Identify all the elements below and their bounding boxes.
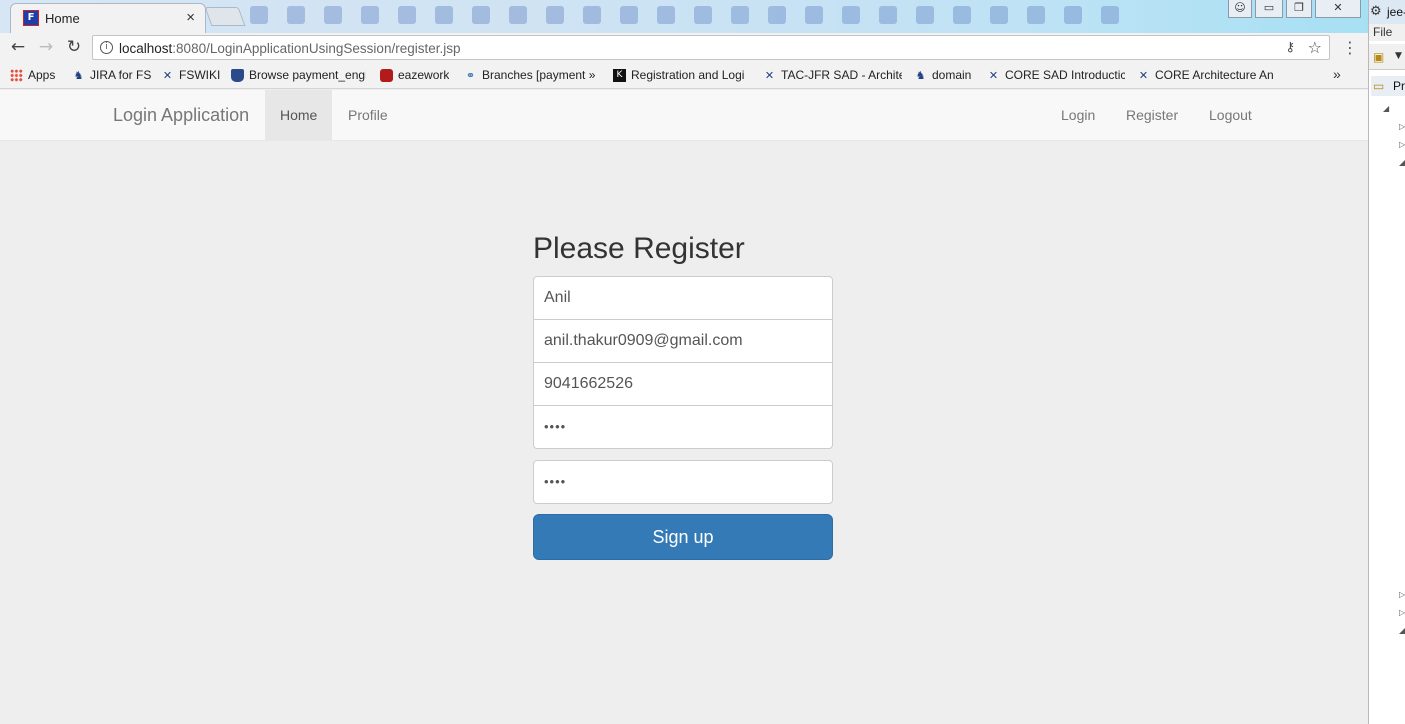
tree-expand-icon[interactable]: ◢ [1399,626,1405,635]
browser-titlebar: F Home × ☺ ▭ ❐ ✕ [0,0,1368,33]
bookmark-core-sad[interactable]: ✕ CORE SAD Introductic [987,67,1125,83]
jira-icon: ♞ [73,68,84,82]
eazework-icon [380,68,393,82]
close-window-button[interactable]: ✕ [1315,0,1361,18]
ide-menubar: File [1369,24,1405,41]
bookmark-domain[interactable]: ♞ domain [914,67,972,83]
window-controls: ☺ ▭ ❐ ✕ [1228,0,1361,18]
bookmark-eazework[interactable]: eazework [380,67,449,83]
nav-profile-link[interactable]: Profile [333,90,403,140]
back-arrow-icon[interactable]: ← [8,37,28,57]
site-info-icon[interactable]: i [100,41,113,54]
bookmark-browse-payment[interactable]: Browse payment_engi [231,67,366,83]
confluence-icon: ✕ [988,68,999,82]
form-title: Please Register [533,232,745,265]
user-profile-icon[interactable]: ☺ [1228,0,1252,18]
nav-register-link[interactable]: Register [1111,90,1193,140]
branch-icon: ⚭ [465,68,476,82]
bookmark-branches[interactable]: ⚭ Branches [payment » [464,67,602,83]
project-explorer-title: Pro [1393,79,1405,93]
nav-login-link[interactable]: Login [1046,90,1110,140]
ide-title: jee- [1387,5,1405,19]
apps-grid-icon [10,68,23,82]
eclipse-icon: ⚙ [1370,4,1382,19]
sign-up-button[interactable]: Sign up [533,514,833,560]
background-taskbar-icons [250,6,1180,24]
password-key-icon[interactable]: ⚷ [1285,40,1295,55]
minimize-button[interactable]: ▭ [1255,0,1283,18]
more-bookmarks-icon[interactable]: » [1333,66,1341,82]
tree-collapsed-icon[interactable]: ▷ [1399,140,1405,149]
password-input[interactable]: •••• [533,405,833,449]
tree-expand-icon[interactable]: ◢ [1383,104,1389,113]
nav-logout-link[interactable]: Logout [1194,90,1267,140]
bookmark-apps[interactable]: Apps [10,67,55,83]
register-form: Please Register Anil anil.thakur0909@gma… [533,230,833,560]
ide-window-strip: ⚙ jee- File ▣ ▼ ▭ Pro ◢ ▷ ▷ ◢ ▷ ▷ ◢ [1368,0,1405,724]
tab-close-icon[interactable]: × [186,9,195,26]
confluence-icon: ✕ [764,68,775,82]
bookmark-tac-jfr-sad[interactable]: ✕ TAC-JFR SAD - Archite [763,67,902,83]
browser-menu-icon[interactable]: ⋮ [1342,38,1358,57]
address-bar[interactable]: i localhost:8080/LoginApplicationUsingSe… [92,35,1330,60]
bookmark-registration[interactable]: K Registration and Logi [613,67,750,83]
folder-icon: ▭ [1373,79,1385,93]
tree-collapsed-icon[interactable]: ▷ [1399,122,1405,131]
bookmark-fswiki[interactable]: ✕ FSWIKI [161,67,220,83]
jira-icon: ♞ [915,68,926,82]
confirm-password-input[interactable]: •••• [533,460,833,504]
ide-file-menu[interactable]: File [1373,25,1392,39]
dropdown-arrow-icon[interactable]: ▼ [1395,51,1402,61]
name-input[interactable]: Anil [533,276,833,320]
reload-icon[interactable]: ↻ [64,37,84,57]
tree-expand-icon[interactable]: ◢ [1399,158,1405,167]
bookmark-star-icon[interactable]: ☆ [1308,38,1322,57]
confluence-icon: ✕ [162,68,173,82]
nav-home-link[interactable]: Home [265,90,333,140]
k-icon: K [613,68,626,82]
browser-tab-home[interactable]: F Home × [10,3,206,33]
bookmarks-bar: Apps ♞ JIRA for FS ✕ FSWIKI Browse payme… [0,62,1368,89]
new-file-icon[interactable]: ▣ [1373,50,1384,64]
forward-arrow-icon[interactable]: → [36,37,56,57]
bookmark-core-architecture[interactable]: ✕ CORE Architecture An [1137,67,1273,83]
tab-title: Home [45,11,80,26]
email-input[interactable]: anil.thakur0909@gmail.com [533,319,833,363]
new-tab-button[interactable] [204,7,246,26]
tree-collapsed-icon[interactable]: ▷ [1399,608,1405,617]
app-navbar: Login Application Home Profile Login Reg… [0,90,1368,141]
maximize-button[interactable]: ❐ [1286,0,1312,18]
database-icon [231,68,244,82]
phone-input[interactable]: 9041662526 [533,362,833,406]
url-text: localhost:8080/LoginApplicationUsingSess… [119,41,461,56]
tree-collapsed-icon[interactable]: ▷ [1399,590,1405,599]
ide-toolbar: ▣ ▼ [1369,44,1405,70]
navbar-brand[interactable]: Login Application [113,105,249,126]
ide-titlebar: ⚙ jee- [1369,0,1405,24]
bookmark-jira-for-fs[interactable]: ♞ JIRA for FS [72,67,152,83]
web-page: Login Application Home Profile Login Reg… [0,90,1368,724]
browser-toolbar: ← → ↻ i localhost:8080/LoginApplicationU… [0,33,1368,62]
app-favicon-icon: F [23,10,39,26]
confluence-icon: ✕ [1138,68,1149,82]
project-explorer-header: ▭ Pro [1371,76,1405,96]
